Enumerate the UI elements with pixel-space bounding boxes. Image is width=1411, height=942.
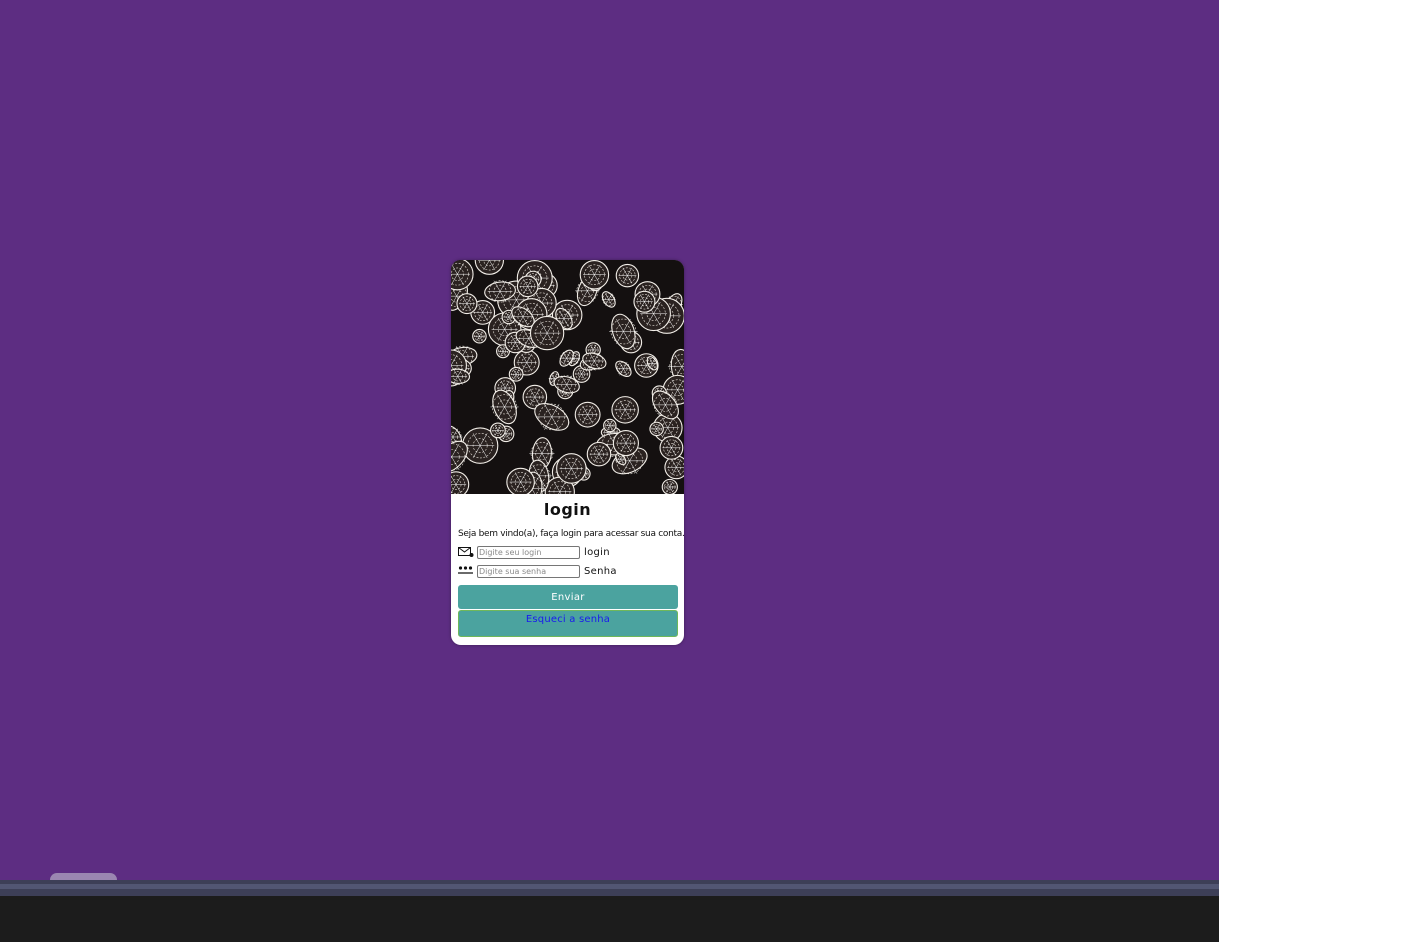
taskbar-strip: [0, 880, 1219, 896]
welcome-text: Seja bem vindo(a), faça login para acess…: [458, 529, 684, 539]
submit-button[interactable]: Enviar: [458, 585, 678, 609]
login-label: login: [584, 546, 610, 558]
paisley-pattern-image: [451, 260, 684, 494]
browser-viewport: login Seja bem vindo(a), faça login para…: [0, 0, 1219, 880]
login-input[interactable]: [477, 545, 580, 559]
envelope-icon: [458, 546, 474, 558]
forgot-password-link[interactable]: Esqueci a senha: [526, 614, 610, 636]
password-input[interactable]: [477, 564, 580, 578]
page-title: login: [543, 500, 592, 519]
login-row: login: [458, 545, 610, 559]
taskbar-divider: [0, 884, 1219, 889]
hero-image: [451, 260, 684, 494]
password-label: Senha: [584, 565, 617, 577]
password-dots-icon: [458, 565, 474, 577]
taskbar: [0, 896, 1219, 942]
password-row: Senha: [458, 564, 617, 578]
login-card: login Seja bem vindo(a), faça login para…: [451, 260, 684, 645]
forgot-password-button[interactable]: Esqueci a senha: [458, 610, 678, 637]
